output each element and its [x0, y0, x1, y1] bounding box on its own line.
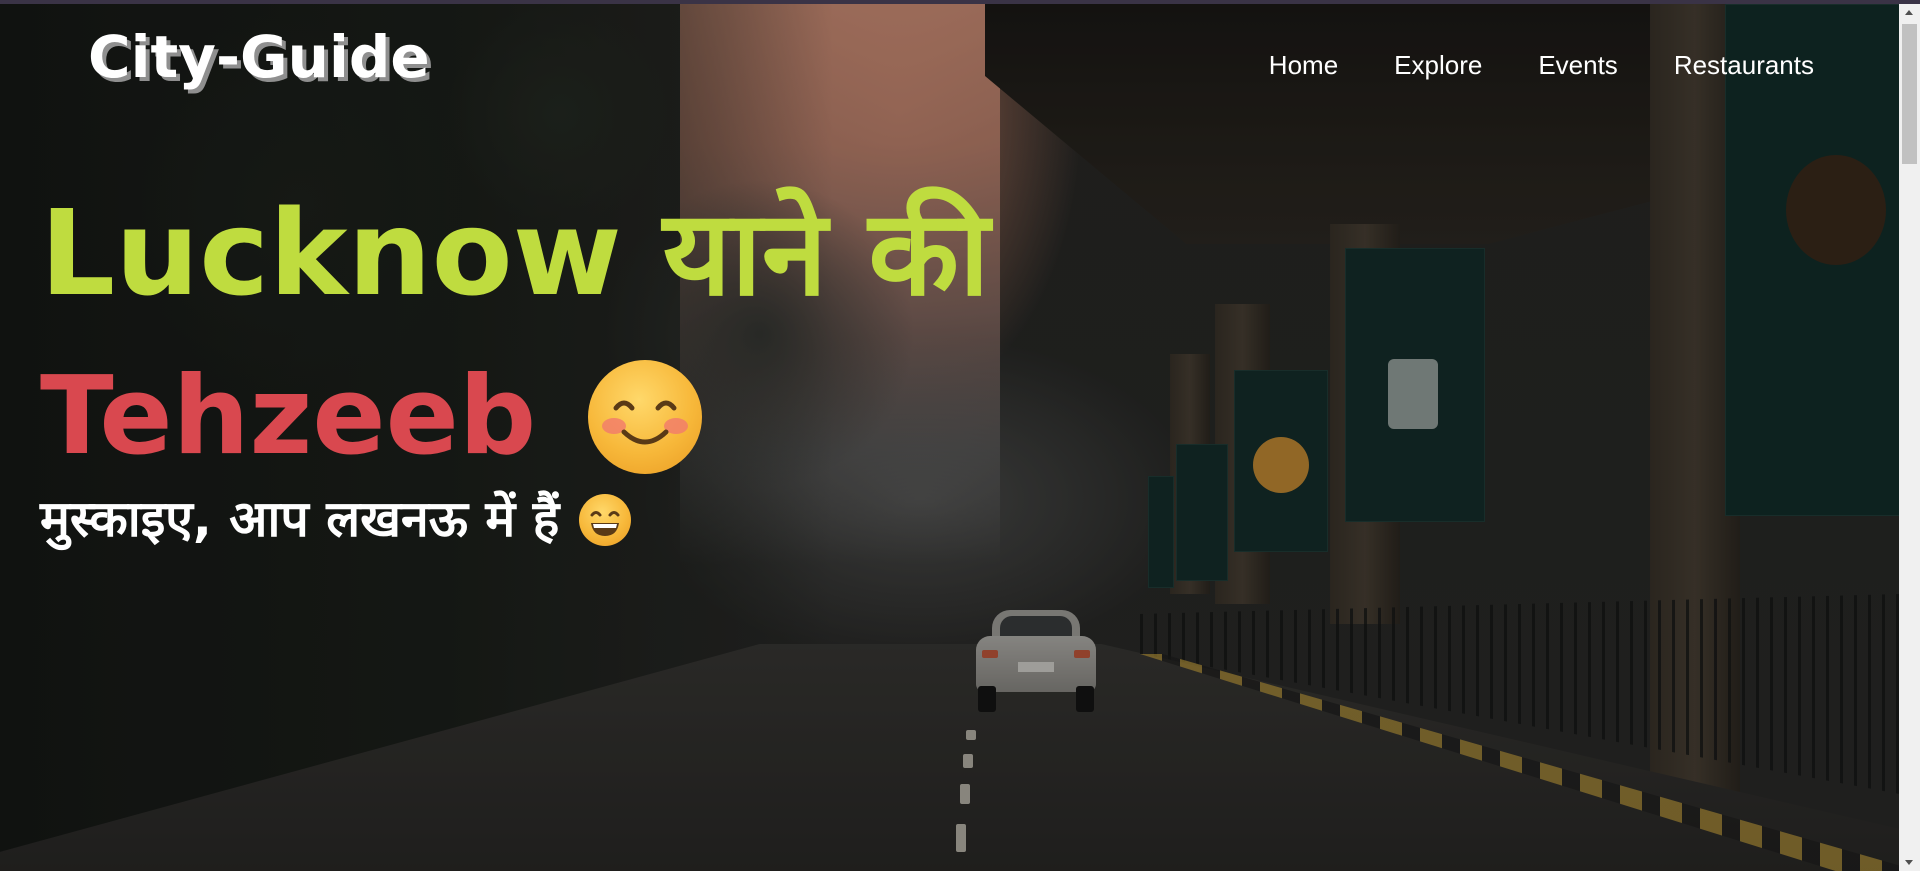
hero-section: City-Guide Home Explore Events Restauran… [0, 4, 1899, 871]
hero-headline-word: Tehzeeb [40, 354, 537, 479]
nav-events-link[interactable]: Events [1538, 52, 1618, 78]
scrollbar-thumb[interactable] [1902, 24, 1917, 164]
hero-subheadline-text: मुस्काइए, आप लखनऊ में हैं [40, 490, 560, 548]
scroll-up-arrow-icon[interactable] [1905, 10, 1913, 15]
grinning-face-icon [579, 493, 632, 546]
hero-subheadline: मुस्काइए, आप लखनऊ में हैं [40, 490, 632, 548]
main-nav: Home Explore Events Restaurants [1269, 52, 1814, 78]
hero-headline-line2: Tehzeeb [40, 354, 703, 479]
scroll-down-arrow-icon[interactable] [1905, 860, 1913, 865]
site-logo[interactable]: City-Guide [88, 28, 430, 86]
nav-restaurants-link[interactable]: Restaurants [1674, 52, 1814, 78]
page-scrollbar[interactable] [1899, 4, 1920, 871]
hero-headline-line1: Lucknow याने की [40, 184, 990, 322]
nav-home-link[interactable]: Home [1269, 52, 1338, 78]
smiling-face-with-smiling-eyes-icon [588, 360, 703, 474]
nav-explore-link[interactable]: Explore [1394, 52, 1482, 78]
